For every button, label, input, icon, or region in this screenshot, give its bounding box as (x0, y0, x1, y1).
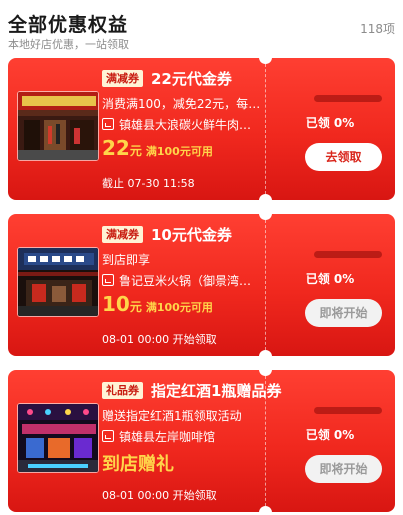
amount-unit: 元 (129, 144, 142, 158)
coupon-time: 08-01 00:00 开始领取 (102, 333, 217, 346)
coupon-type-badge: 满减券 (102, 70, 143, 87)
claim-progress-bar (314, 251, 382, 258)
card-notch (259, 506, 272, 512)
coupon-amount: 10元 满100元可用 (102, 292, 213, 316)
coupon-type-badge: 满减券 (102, 226, 143, 243)
coupon-description: 到店即享 (102, 253, 151, 267)
item-count: 118项 (360, 22, 395, 36)
coupon-title: 指定红酒1瓶赠品券 (151, 382, 282, 400)
coupon-description: 赠送指定红酒1瓶领取活动 (102, 409, 242, 423)
coupon-time: 08-01 00:00 开始领取 (102, 489, 217, 502)
coupon-card[interactable]: 满减券 10元代金券 到店即享 鲁记豆米火锅（御景湾店） 10元 满100元可用 … (8, 214, 395, 356)
card-notch (259, 350, 272, 356)
claim-progress-bar (314, 407, 382, 414)
amount-condition: 满100元可用 (145, 301, 213, 314)
coupon-amount: 22元 满100元可用 (102, 136, 213, 160)
store-name[interactable]: 镇雄县大浪碳火鲜牛肉酒场（南门店） (102, 116, 262, 133)
store-photo[interactable] (17, 403, 99, 473)
coupon-title: 22元代金券 (151, 70, 232, 88)
coming-soon-button[interactable]: 即将开始 (305, 455, 382, 483)
claim-button[interactable]: 去领取 (305, 143, 382, 171)
page-header: 全部优惠权益 本地好店优惠，一站领取 118项 (0, 0, 403, 56)
page-subtitle: 本地好店优惠，一站领取 (8, 38, 129, 51)
store-photo[interactable] (17, 247, 99, 317)
coming-soon-button[interactable]: 即将开始 (305, 299, 382, 327)
amount-unit: 元 (129, 300, 142, 314)
coupon-title: 10元代金券 (151, 226, 232, 244)
claimed-percent: 已领 0% (305, 116, 355, 130)
store-name[interactable]: 鲁记豆米火锅（御景湾店） (102, 272, 262, 289)
coupon-description: 消费满100，减免22元，每桌限用一张 (102, 97, 262, 111)
gift-label: 到店赠礼 (102, 454, 174, 475)
coupon-time: 截止 07-30 11:58 (102, 177, 195, 190)
claimed-percent: 已领 0% (305, 428, 355, 442)
coupon-card[interactable]: 满减券 22元代金券 消费满100，减免22元，每桌限用一张 镇雄县大浪碳火鲜牛… (8, 58, 395, 200)
store-photo[interactable] (17, 91, 99, 161)
coupon-type-badge: 礼品券 (102, 382, 143, 399)
claimed-percent: 已领 0% (305, 272, 355, 286)
amount-value: 22 (102, 136, 130, 160)
card-notch (259, 194, 272, 200)
claim-progress-bar (314, 95, 382, 102)
coupon-card[interactable]: 礼品券 指定红酒1瓶赠品券 赠送指定红酒1瓶领取活动 镇雄县左岸咖啡馆 到店赠礼… (8, 370, 395, 512)
amount-condition: 满100元可用 (145, 145, 213, 158)
amount-value: 10 (102, 292, 130, 316)
page-title: 全部优惠权益 (8, 14, 129, 36)
store-name[interactable]: 镇雄县左岸咖啡馆 (102, 428, 262, 445)
